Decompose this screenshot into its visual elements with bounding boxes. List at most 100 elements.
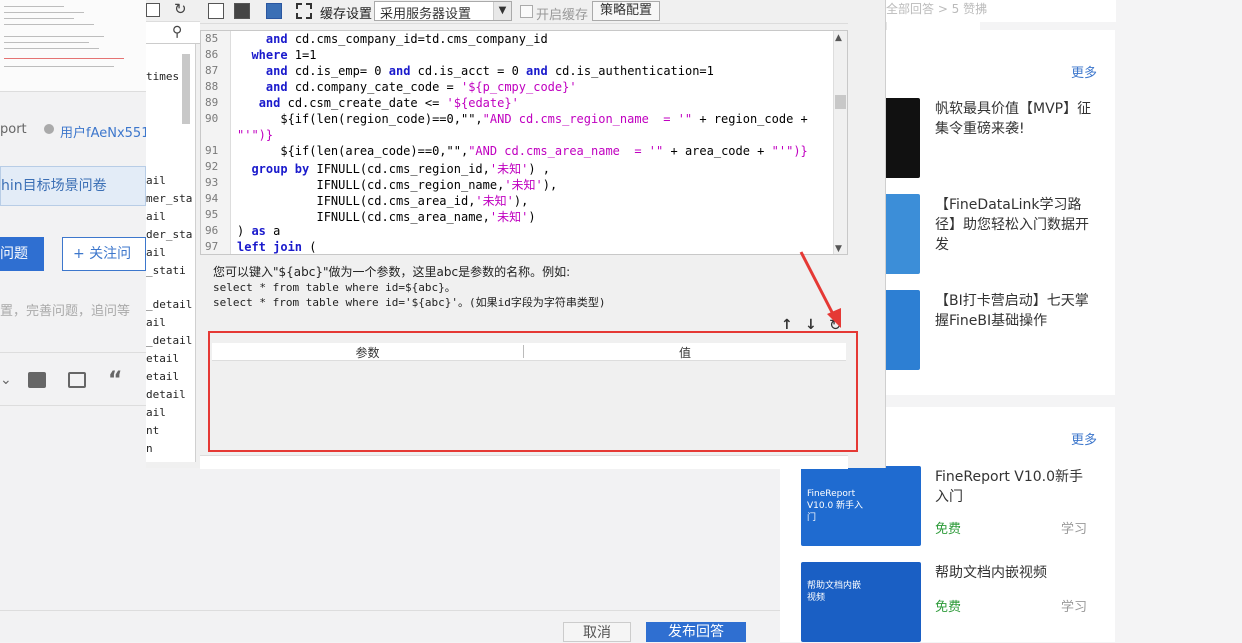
code-line[interactable]: "'")} [237,128,273,142]
hint-line: select * from table where id=${abc}。 [213,281,456,294]
more-link-2[interactable]: 更多 [1071,429,1097,448]
line-number-gutter: 85 86 87 88 89 90 91 92 93 94 95 96 97 [201,31,231,254]
chevron-down-icon[interactable]: ▼ [493,2,511,20]
tree-item[interactable]: der_sta [146,228,192,241]
user-icon [44,124,54,134]
article-title[interactable]: 【FineDataLink学习路径】助您轻松入门数据开发 [935,195,1095,255]
tree-item[interactable]: nt [146,424,159,437]
code-line[interactable]: left join ( [237,240,316,254]
preview-icon[interactable] [146,3,160,17]
divider [0,405,146,406]
article-thumbnail[interactable] [880,290,920,370]
course-thumbnail[interactable]: FineReport V10.0 新手入门 [801,466,921,546]
course-title[interactable]: 帮助文档内嵌视频 [935,563,1085,583]
course-thumbnail[interactable]: 帮助文档内嵌视频 [801,562,921,642]
sql-editor[interactable]: 85 86 87 88 89 90 91 92 93 94 95 96 97 and cd.cms_co… [200,30,848,255]
hint-line: 您可以键入"${abc}"做为一个参数，这里abc是参数的名称。例如: [213,265,571,279]
line-number: 91 [205,144,219,157]
save-icon[interactable] [234,3,250,19]
line-number: 95 [205,208,219,221]
line-number: 85 [205,32,219,45]
cache-select[interactable]: 采用服务器设置 ▼ [374,1,512,22]
line-number: 97 [205,240,219,253]
tree-item[interactable]: ail [146,210,166,223]
article-thumbnail[interactable] [880,98,920,178]
code-line[interactable]: and cd.company_cate_code = '${p_cmpy_cod… [237,80,577,94]
tree-item[interactable]: ail [146,316,166,329]
quote-icon[interactable]: “ [108,368,122,393]
code-line[interactable]: IFNULL(cd.cms_area_name,'未知') [237,208,535,225]
line-number: 90 [205,112,219,125]
code-line[interactable]: ${if(len(area_code)==0,"","AND cd.cms_ar… [237,144,807,158]
line-number: 88 [205,80,219,93]
thumbnail-image [0,0,146,92]
article-title[interactable]: 【BI打卡营启动】七天掌握FineBI基础操作 [935,291,1095,331]
strategy-config-button[interactable]: 策略配置 [592,1,660,21]
code-line[interactable]: and cd.is_emp= 0 and cd.is_acct = 0 and … [237,64,714,78]
enable-cache-label: 开启缓存 [536,8,589,23]
code-line[interactable]: and cd.cms_company_id=td.cms_company_id [237,32,548,46]
code-line[interactable]: IFNULL(cd.cms_region_name,'未知'), [237,176,557,193]
tree-item[interactable]: ail [146,406,166,419]
tree-item[interactable]: mer_sta [146,192,192,205]
line-number: 89 [205,96,219,109]
line-number: 92 [205,160,219,173]
tree-item[interactable]: etail [146,352,179,365]
ask-question-button[interactable]: 问题 [0,237,44,271]
tree-item[interactable]: ail [146,174,166,187]
article-thumbnail[interactable] [880,194,920,274]
background-left-panel: port 用户fAeNx5517 hin目标场景问卷 问题 + 关注问 置，完善… [0,0,158,642]
tree-item[interactable]: etail [146,370,179,383]
dialog-bottom-edge [200,455,848,469]
survey-banner[interactable]: hin目标场景问卷 [0,166,146,206]
code-line[interactable]: IFNULL(cd.cms_area_id,'未知'), [237,192,528,209]
tag-label: 学习 [1061,522,1088,537]
edit-icon[interactable] [266,3,282,19]
line-number: 93 [205,176,219,189]
highlight-box [208,331,858,452]
user-link[interactable]: 用户fAeNx5517 [60,122,158,141]
more-link-1[interactable]: 更多 [1071,62,1097,81]
search-icon[interactable]: ⚲ [172,24,182,40]
tree-item[interactable]: _stati [146,264,186,277]
cache-settings-label: 缓存设置 [320,7,373,22]
chevron-down-icon[interactable]: ⌄ [0,372,12,388]
tree-item[interactable]: _detail [146,298,192,311]
scrollbar-thumb[interactable] [182,54,190,124]
cancel-button[interactable]: 取消 [563,622,631,642]
code-line[interactable]: ) as a [237,224,280,238]
tree-item[interactable]: ail [146,246,166,259]
line-number: 87 [205,64,219,77]
calendar-icon[interactable] [28,372,46,388]
report-label: port [0,122,27,137]
editor-area-background [146,468,780,642]
tree-search-field[interactable]: ⚲ [146,22,200,44]
tag-label: 学习 [1061,600,1088,615]
code-line[interactable]: and cd.csm_create_date <= '${edate}' [237,96,519,110]
line-number: 96 [205,224,219,237]
refresh-icon[interactable]: ↻ [174,0,187,18]
follow-button[interactable]: + 关注问 [62,237,146,271]
tree-item[interactable]: n [146,442,153,455]
course-title[interactable]: FineReport V10.0新手入门 [935,467,1085,507]
dataset-toolbar: 缓存设置 采用服务器设置 ▼ 开启缓存 策略配置 [200,0,848,24]
editor-scrollbar[interactable]: ▲ ▼ [833,31,847,254]
code-line[interactable]: ${if(len(region_code)==0,"","AND cd.cms_… [237,112,807,126]
hint-text: 置，完善问题，追问等 [0,304,131,319]
code-line[interactable]: where 1=1 [237,48,316,62]
tree-item[interactable]: detail [146,388,186,401]
scrollbar-thumb[interactable] [835,95,846,109]
enable-cache-checkbox[interactable] [520,5,533,18]
code-line[interactable]: group by IFNULL(cd.cms_region_id,'未知') , [237,160,550,177]
parameter-hint: 您可以键入"${abc}"做为一个参数，这里abc是参数的名称。例如: sele… [213,264,833,310]
table-tree-panel: times ail mer_sta ail der_sta ail _stati _detai… [146,44,196,462]
submit-answer-button[interactable]: 发布回答 [646,622,746,642]
tree-item[interactable]: times [146,70,179,83]
image-icon[interactable] [68,372,86,388]
scroll-up-icon[interactable]: ▲ [835,33,842,43]
hint-line: select * from table where id='${abc}'。(如… [213,296,606,309]
preview-icon[interactable] [208,3,224,19]
article-title[interactable]: 帆软最具价值【MVP】征集令重磅来袭! [935,99,1095,139]
tree-item[interactable]: _detail [146,334,192,347]
price-label: 免费 [935,522,962,537]
